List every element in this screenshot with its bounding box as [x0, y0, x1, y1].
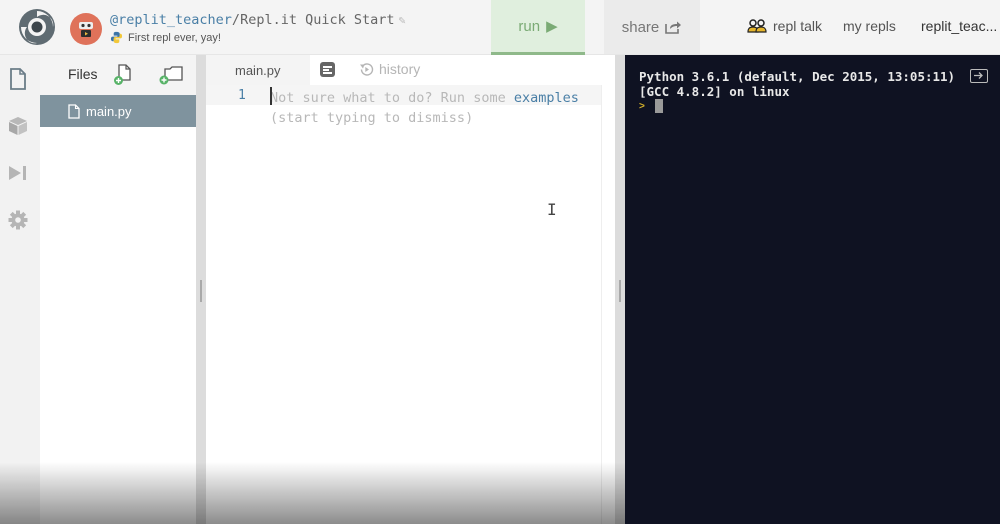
tab-main-py[interactable]: main.py [206, 55, 310, 85]
sidebar-item-debugger[interactable] [7, 162, 29, 184]
editor-tab-bar: main.py history [206, 55, 615, 85]
user-avatar[interactable] [70, 13, 102, 45]
files-header: Files [40, 55, 196, 95]
package-cube-icon [9, 117, 27, 135]
sidebar-item-settings[interactable] [7, 209, 29, 231]
repl-description-row: First repl ever, yay! [110, 31, 221, 44]
repl-title: @replit_teacher/Repl.it Quick Start ✎ [110, 12, 406, 28]
nav-repl-talk[interactable]: repl talk [747, 18, 822, 34]
top-header: @replit_teacher/Repl.it Quick Start ✎ Fir… [0, 0, 1000, 55]
users-icon [747, 19, 767, 33]
add-file-button[interactable] [113, 64, 133, 86]
file-icon [68, 103, 80, 119]
sidebar-rail [0, 55, 40, 524]
tab-history[interactable]: history [359, 61, 420, 77]
share-icon [665, 21, 682, 34]
arrow-right-icon [974, 72, 983, 79]
grip-handle [619, 280, 621, 302]
files-panel: Files main.py [40, 55, 196, 524]
editor-placeholder: Not sure what to do? Run some examples (… [270, 88, 579, 128]
title-separator: / [231, 12, 241, 28]
repl-name: Repl.it Quick Start [240, 12, 395, 28]
repl-owner-link[interactable]: @replit_teacher [110, 12, 232, 28]
python-logo-icon [110, 31, 123, 44]
editor-console-resize-handle[interactable] [615, 55, 625, 524]
grip-handle [200, 280, 202, 302]
add-folder-button[interactable] [158, 65, 184, 85]
print-margin [601, 85, 602, 524]
file-icon [10, 68, 26, 90]
code-editor[interactable]: main.py history 1 Not sure what to do? R… [206, 55, 615, 524]
share-label: share [621, 18, 660, 36]
history-clock-icon [360, 62, 374, 76]
placeholder-dismiss-hint: (start typing to dismiss) [270, 110, 474, 126]
step-forward-icon [9, 166, 26, 180]
line-number: 1 [238, 88, 246, 103]
nav-my-repls[interactable]: my repls [843, 18, 896, 34]
tab-history-label: history [379, 61, 421, 77]
console-output: Python 3.6.1 (default, Dec 2015, 13:05:1… [639, 69, 955, 99]
pencil-edit-icon[interactable]: ✎ [399, 13, 406, 27]
repl-description[interactable]: First repl ever, yay! [128, 32, 221, 44]
run-label: run [518, 17, 541, 35]
examples-link[interactable]: examples [514, 90, 579, 106]
console-panel[interactable]: Python 3.6.1 (default, Dec 2015, 13:05:1… [625, 55, 1000, 524]
sidebar-item-packages[interactable] [7, 115, 29, 137]
placeholder-text: Not sure what to do? Run some [270, 90, 514, 106]
file-item-main-py[interactable]: main.py [40, 95, 196, 127]
format-code-icon[interactable] [320, 62, 335, 77]
files-editor-resize-handle[interactable] [196, 55, 206, 524]
nav-account-menu[interactable]: replit_teac... [921, 18, 997, 34]
share-button[interactable]: share [604, 0, 700, 54]
console-line: [GCC 4.8.2] on linux [639, 84, 790, 99]
text-caret [270, 87, 272, 105]
console-cursor [655, 99, 663, 113]
play-icon: ▶ [546, 18, 558, 35]
robot-avatar-icon [79, 22, 93, 37]
nav-repl-talk-label: repl talk [773, 18, 823, 34]
file-name: main.py [86, 103, 132, 119]
run-button[interactable]: run ▶ [491, 0, 585, 55]
ibeam-cursor-icon: I [547, 200, 557, 219]
console-line: Python 3.6.1 (default, Dec 2015, 13:05:1… [639, 69, 956, 84]
prompt-chevron-icon: > [639, 101, 645, 112]
sidebar-item-files[interactable] [7, 68, 29, 90]
files-title: Files [68, 66, 98, 82]
gear-icon [8, 210, 28, 230]
console-exit-icon[interactable] [970, 69, 988, 83]
replit-logo-icon[interactable] [17, 7, 57, 47]
